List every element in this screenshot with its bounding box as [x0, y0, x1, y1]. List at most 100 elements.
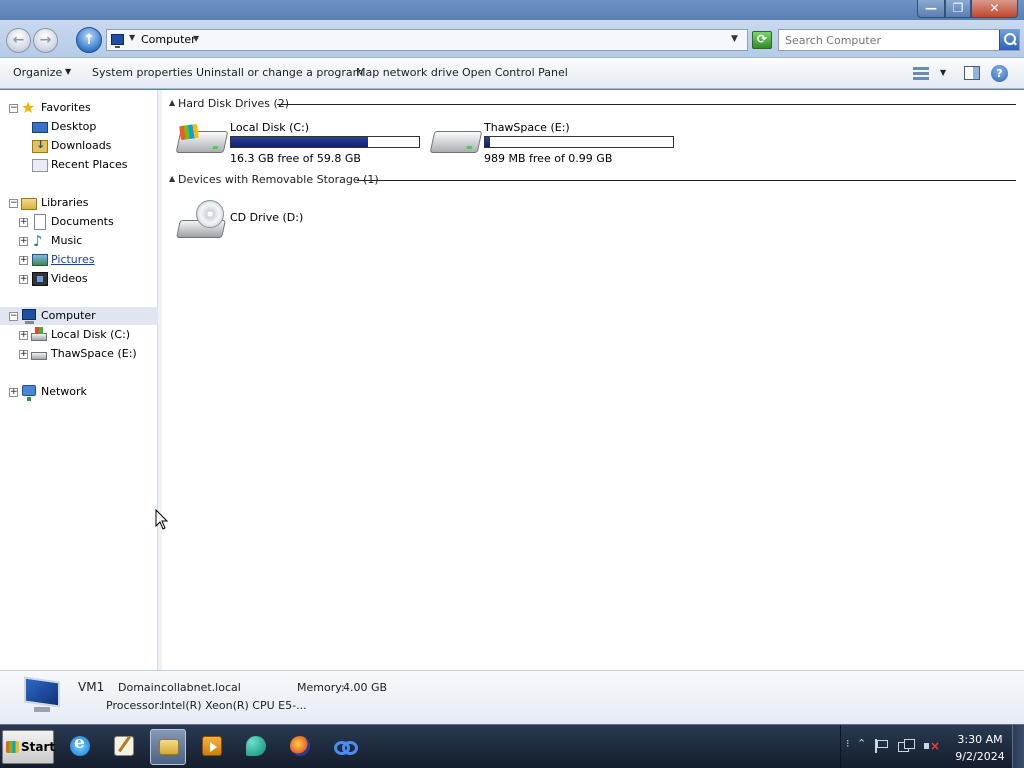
taskbar-app-internet-explorer[interactable] [62, 729, 98, 765]
uninstall-program-button[interactable]: Uninstall or change a program [196, 66, 363, 79]
collapse-caret-icon[interactable]: ▲ [169, 98, 175, 107]
tree-label: Computer [41, 309, 96, 322]
tree-item-network[interactable]: + Network [0, 383, 158, 401]
drive-icon [31, 352, 47, 360]
media-player-icon [202, 736, 222, 756]
refresh-button[interactable]: ⟳ [752, 31, 772, 49]
expand-icon[interactable]: + [19, 256, 28, 265]
search-box[interactable] [778, 29, 1020, 51]
clock-time[interactable]: 3:30 AM [955, 733, 1005, 746]
open-control-panel-button[interactable]: Open Control Panel [462, 66, 568, 79]
tray-handle-icon[interactable]: ⁝ [846, 737, 850, 750]
back-button[interactable]: ← [6, 28, 31, 53]
tree-label: ThawSpace (E:) [51, 347, 137, 360]
group-header-hard-disk-drives[interactable]: ▲ Hard Disk Drives (2) [162, 96, 1024, 112]
edge-browser-icon [246, 736, 266, 756]
breadcrumb-chevron-icon[interactable]: ▼ [129, 33, 135, 42]
group-divider [277, 104, 1016, 105]
start-button[interactable]: Start [2, 730, 55, 764]
expand-icon[interactable]: + [9, 388, 18, 397]
collapse-icon[interactable]: − [9, 199, 18, 208]
memory-label: Memory: [297, 681, 345, 694]
expand-icon[interactable]: + [19, 218, 28, 227]
show-desktop-button[interactable] [1012, 725, 1024, 768]
processor-label: Processor: [106, 699, 163, 712]
view-dropdown-icon[interactable]: ▼ [940, 68, 946, 77]
drive-name: Local Disk (C:) [230, 121, 310, 134]
address-history-dropdown-icon[interactable]: ▼ [731, 34, 738, 44]
downloads-icon [32, 138, 48, 153]
tree-item-local-disk-c[interactable]: + Local Disk (C:) [0, 326, 158, 344]
tree-label: Videos [51, 272, 88, 285]
tree-item-videos[interactable]: + Videos [0, 270, 158, 288]
tree-item-pictures[interactable]: + Pictures [0, 251, 158, 269]
notepad-icon [114, 736, 134, 756]
restore-button[interactable]: ❐ [945, 0, 971, 18]
taskbar-app-vm-tools[interactable] [326, 729, 362, 765]
monitor-stand [34, 707, 50, 712]
drive-name: ThawSpace (E:) [484, 121, 570, 134]
tree-item-computer[interactable]: − Computer [0, 307, 158, 325]
map-network-drive-button[interactable]: Map network drive [356, 66, 459, 79]
group-header-removable-storage[interactable]: ▲ Devices with Removable Storage (1) [162, 172, 1024, 188]
system-properties-button[interactable]: System properties [92, 66, 193, 79]
preview-pane-icon[interactable] [964, 66, 980, 80]
expand-icon[interactable]: + [19, 350, 28, 359]
desktop-icon [32, 122, 48, 133]
drive-tile-local-disk-c[interactable]: Local Disk (C:) 16.3 GB free of 59.8 GB [175, 121, 428, 165]
expand-icon[interactable]: + [19, 275, 28, 284]
collapse-icon[interactable]: − [9, 312, 18, 321]
taskbar-app-notepad[interactable] [106, 729, 142, 765]
drive-usage-bar [484, 136, 674, 148]
address-bar[interactable]: ▼ Computer ▼ ▼ [106, 29, 748, 51]
drive-tile-thawspace-e[interactable]: ThawSpace (E:) 989 MB free of 0.99 GB [429, 121, 682, 165]
tree-item-music[interactable]: + ♪ Music [0, 232, 158, 250]
drive-tile-cd-drive-d[interactable]: CD Drive (D:) [176, 194, 428, 238]
tree-label: Pictures [51, 253, 95, 266]
taskbar: Start ⁝ ⌃ 3:30 AM 9/2/2024 [0, 724, 1024, 768]
tree-label: Downloads [51, 139, 112, 152]
tree-item-thawspace-e[interactable]: + ThawSpace (E:) [0, 345, 158, 363]
change-view-icon[interactable] [913, 67, 929, 80]
show-hidden-icons-icon[interactable]: ⌃ [857, 737, 866, 750]
drive-usage-fill [231, 137, 368, 147]
breadcrumb-dropdown-icon[interactable]: ▼ [193, 34, 199, 43]
chevron-down-icon[interactable]: ▼ [65, 67, 71, 76]
tree-item-favorites[interactable]: − ★ Favorites [0, 99, 158, 117]
tree-label: Desktop [51, 120, 97, 133]
tree-item-desktop[interactable]: Desktop [0, 118, 158, 136]
up-one-level-button[interactable]: ↑ [76, 27, 102, 53]
tree-item-recent-places[interactable]: Recent Places [0, 156, 158, 174]
close-button[interactable]: ✕ [971, 0, 1018, 18]
network-status-icon[interactable] [898, 739, 915, 753]
volume-muted-icon[interactable] [923, 739, 940, 753]
tree-item-documents[interactable]: + Documents [0, 213, 158, 231]
search-input[interactable] [785, 34, 995, 47]
collapse-caret-icon[interactable]: ▲ [169, 174, 175, 183]
help-icon[interactable]: ? [991, 65, 1008, 82]
expand-icon[interactable]: + [19, 331, 28, 340]
taskbar-app-firefox[interactable] [282, 729, 318, 765]
forward-button[interactable]: → [33, 28, 58, 53]
action-center-flag-icon[interactable] [874, 739, 888, 753]
taskbar-app-windows-explorer[interactable] [150, 729, 186, 765]
hard-drive-icon [429, 131, 483, 153]
address-toolbar: ← → ↑ ▼ Computer ▼ ▼ ⟳ [0, 20, 1024, 58]
organize-button[interactable]: Organize [13, 66, 62, 79]
network-icon [22, 385, 36, 401]
monitor-screen [24, 676, 60, 708]
search-icon[interactable] [999, 30, 1019, 50]
details-pane: VM1 Domain: collabnet.local Memory: 4.00… [0, 670, 1024, 724]
minimize-button[interactable]: — [917, 0, 945, 18]
taskbar-app-edge[interactable] [238, 729, 274, 765]
computer-monitor-icon [20, 676, 62, 712]
tree-item-libraries[interactable]: − Libraries [0, 194, 158, 212]
taskbar-app-media-player[interactable] [194, 729, 230, 765]
drive-name: CD Drive (D:) [230, 211, 304, 224]
tree-item-downloads[interactable]: Downloads [0, 137, 158, 155]
breadcrumb-computer[interactable]: Computer [141, 33, 196, 46]
clock-date[interactable]: 9/2/2024 [950, 750, 1010, 763]
collapse-icon[interactable]: − [9, 104, 18, 113]
expand-icon[interactable]: + [19, 237, 28, 246]
memory-value: 4.00 GB [343, 681, 388, 694]
